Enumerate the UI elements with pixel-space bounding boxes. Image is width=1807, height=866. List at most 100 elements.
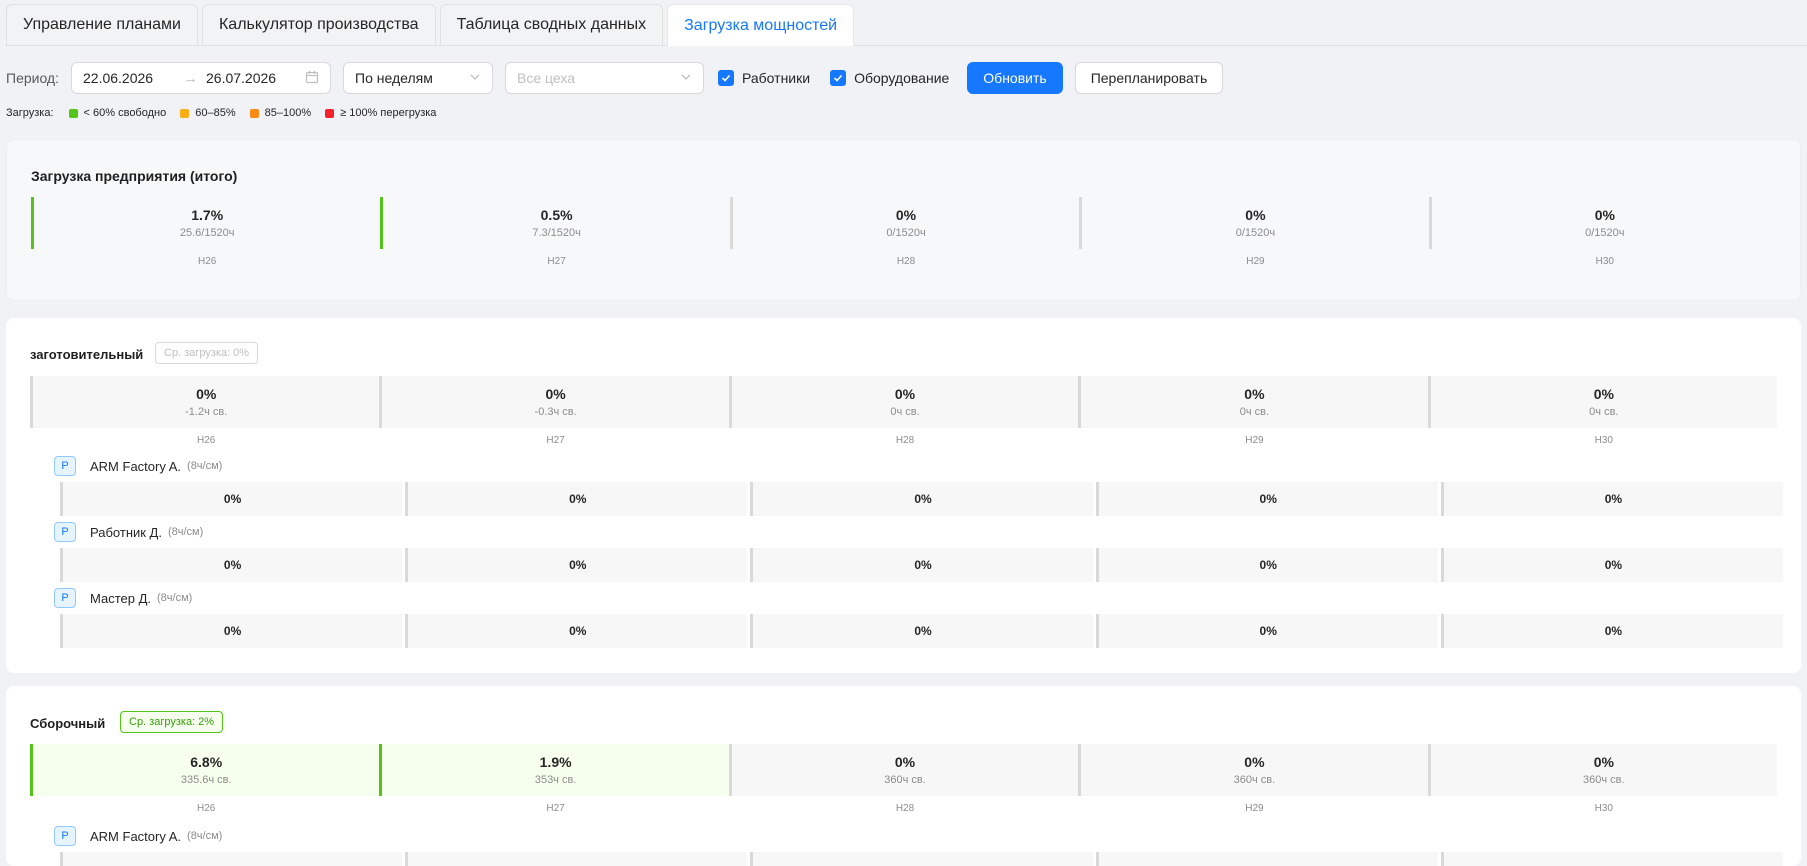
avg-load-badge: Ср. загрузка: 2% bbox=[120, 711, 224, 733]
worker-week-cell[interactable] bbox=[750, 852, 1093, 866]
legend-item-moderate: 60–85% bbox=[180, 107, 236, 119]
checkmark-icon bbox=[718, 70, 734, 86]
week-hours: 0/1520ч bbox=[1585, 227, 1625, 239]
worker-row-header[interactable]: Р ARM Factory A. (8ч/см) bbox=[54, 456, 222, 476]
week-cell[interactable]: 0% 360ч св. Н29 bbox=[1078, 744, 1428, 814]
legend-item-label: 85–100% bbox=[264, 107, 312, 119]
worker-week-cell[interactable]: 0% bbox=[750, 482, 1093, 516]
equipment-checkbox[interactable]: Оборудование bbox=[830, 70, 949, 86]
worker-week-cell[interactable] bbox=[1440, 852, 1784, 866]
week-percent: 0% bbox=[1593, 754, 1614, 770]
week-percent: 0% bbox=[1244, 386, 1265, 402]
week-free-hours: 360ч св. bbox=[884, 774, 926, 786]
worker-row-header[interactable]: Р Мастер Д. (8ч/см) bbox=[54, 588, 192, 608]
week-cell[interactable]: 0% 0/1520ч Н28 bbox=[729, 197, 1080, 267]
worker-week-cell[interactable]: 0% bbox=[405, 482, 748, 516]
week-cell[interactable]: 0% 0ч св. Н30 bbox=[1427, 376, 1778, 446]
worker-week-cell[interactable]: 0% bbox=[405, 614, 748, 648]
week-cell[interactable]: 0% 0ч св. Н28 bbox=[728, 376, 1079, 446]
legend-item-label: < 60% свободно bbox=[83, 107, 167, 119]
worker-week-cell[interactable]: 0% bbox=[60, 482, 403, 516]
workshop-name: заготовительный bbox=[30, 347, 144, 362]
worker-badge-icon: Р bbox=[54, 522, 76, 542]
week-label: Н28 bbox=[895, 803, 915, 814]
week-cell[interactable]: 0% -1.2ч св. Н26 bbox=[30, 376, 380, 446]
chevron-down-icon bbox=[680, 70, 692, 86]
week-percent: 1.9% bbox=[539, 754, 572, 770]
week-cell[interactable]: 0% 0/1520ч Н29 bbox=[1079, 197, 1429, 267]
week-cell[interactable]: 1.7% 25.6/1520ч Н26 bbox=[31, 197, 381, 267]
week-label: Н29 bbox=[1245, 435, 1264, 446]
worker-week-cell[interactable]: 0% bbox=[60, 548, 403, 582]
week-cell[interactable]: 0% 360ч св. Н28 bbox=[728, 744, 1079, 814]
date-range-picker[interactable]: 22.06.2026 → 26.07.2026 bbox=[71, 62, 331, 94]
grouping-select[interactable]: По неделям bbox=[343, 62, 493, 94]
week-percent: 6.8% bbox=[190, 754, 223, 770]
date-from[interactable]: 22.06.2026 bbox=[83, 70, 173, 86]
worker-week-cell[interactable]: 0% bbox=[1440, 548, 1784, 582]
date-to[interactable]: 26.07.2026 bbox=[206, 70, 294, 86]
week-percent: 0% bbox=[545, 386, 566, 402]
week-percent: 0% bbox=[1594, 207, 1615, 223]
workers-checkbox[interactable]: Работники bbox=[718, 70, 810, 86]
checkmark-icon bbox=[830, 70, 847, 86]
filters-toolbar: Период: 22.06.2026 → 26.07.2026 По недел… bbox=[6, 62, 1224, 94]
tab-production-calculator[interactable]: Калькулятор производства bbox=[201, 4, 436, 45]
worker-week-cells bbox=[60, 852, 1784, 866]
week-label: Н26 bbox=[198, 256, 217, 267]
worker-row-header[interactable]: Р ARM Factory A. (8ч/см) bbox=[54, 826, 222, 846]
worker-week-cells: 0% 0% 0% 0% 0% bbox=[60, 614, 1784, 648]
legend-item-overload: ≥ 100% перегрузка bbox=[325, 107, 436, 119]
worker-week-cell[interactable]: 0% bbox=[1095, 548, 1438, 582]
worker-week-cell[interactable]: 0% bbox=[1095, 614, 1438, 648]
replan-button[interactable]: Перепланировать bbox=[1074, 62, 1224, 94]
week-label: Н29 bbox=[1246, 256, 1265, 267]
worker-week-cell[interactable]: 0% bbox=[1440, 614, 1784, 648]
workshop-name: Сборочный bbox=[30, 716, 106, 731]
week-hours: 25.6/1520ч bbox=[179, 227, 235, 239]
worker-week-cell[interactable]: 0% bbox=[60, 614, 403, 648]
week-hours: 0/1520ч bbox=[1235, 227, 1276, 239]
week-cell[interactable]: 6.8% 335.6ч св. Н26 bbox=[30, 744, 380, 814]
week-free-hours: 360ч св. bbox=[1233, 774, 1276, 786]
worker-row-header[interactable]: Р Работник Д. (8ч/см) bbox=[54, 522, 203, 542]
worker-week-cell[interactable]: 0% bbox=[405, 548, 748, 582]
worker-week-cell[interactable] bbox=[405, 852, 748, 866]
worker-rate: (8ч/см) bbox=[187, 460, 223, 472]
week-label: Н29 bbox=[1245, 803, 1264, 814]
tab-summary-table[interactable]: Таблица сводных данных bbox=[439, 4, 664, 45]
tab-plan-management[interactable]: Управление планами bbox=[6, 4, 198, 45]
week-percent: 0% bbox=[894, 754, 916, 770]
tab-bar: Управление планами Калькулятор производс… bbox=[6, 4, 1807, 46]
week-percent: 0.5% bbox=[540, 207, 573, 223]
week-percent: 0% bbox=[1593, 386, 1614, 402]
legend-item-high: 85–100% bbox=[249, 107, 312, 119]
week-cell[interactable]: 0% 0/1520ч Н30 bbox=[1428, 197, 1779, 267]
workshops-select[interactable]: Все цеха bbox=[505, 62, 704, 94]
arrow-right-icon: → bbox=[183, 69, 198, 87]
week-cell[interactable]: 1.9% 353ч св. Н27 bbox=[379, 744, 729, 814]
week-percent: 0% bbox=[895, 207, 917, 223]
worker-week-cell[interactable]: 0% bbox=[750, 614, 1093, 648]
week-label: Н30 bbox=[1595, 256, 1614, 267]
worker-week-cell[interactable]: 0% bbox=[750, 548, 1093, 582]
worker-week-cell[interactable] bbox=[60, 852, 403, 866]
legend-label: Загрузка: bbox=[6, 107, 54, 119]
worker-week-cell[interactable]: 0% bbox=[1440, 482, 1784, 516]
week-label: Н27 bbox=[547, 256, 566, 267]
refresh-button[interactable]: Обновить bbox=[967, 62, 1063, 94]
week-cell[interactable]: 0% 0ч св. Н29 bbox=[1078, 376, 1428, 446]
week-label: Н27 bbox=[546, 435, 565, 446]
week-cell[interactable]: 0.5% 7.3/1520ч Н27 bbox=[380, 197, 730, 267]
week-label: Н30 bbox=[1594, 435, 1613, 446]
worker-week-cell[interactable]: 0% bbox=[1095, 482, 1438, 516]
week-percent: 0% bbox=[894, 386, 916, 402]
week-cell[interactable]: 0% 360ч св. Н30 bbox=[1427, 744, 1778, 814]
worker-week-cell[interactable] bbox=[1095, 852, 1438, 866]
week-label: Н30 bbox=[1594, 803, 1613, 814]
week-cell[interactable]: 0% -0.3ч св. Н27 bbox=[379, 376, 729, 446]
week-free-hours: -1.2ч св. bbox=[185, 406, 228, 418]
week-label: Н27 bbox=[546, 803, 565, 814]
tab-capacity-load[interactable]: Загрузка мощностей bbox=[667, 4, 855, 46]
avg-load-badge: Ср. загрузка: 0% bbox=[155, 342, 259, 364]
